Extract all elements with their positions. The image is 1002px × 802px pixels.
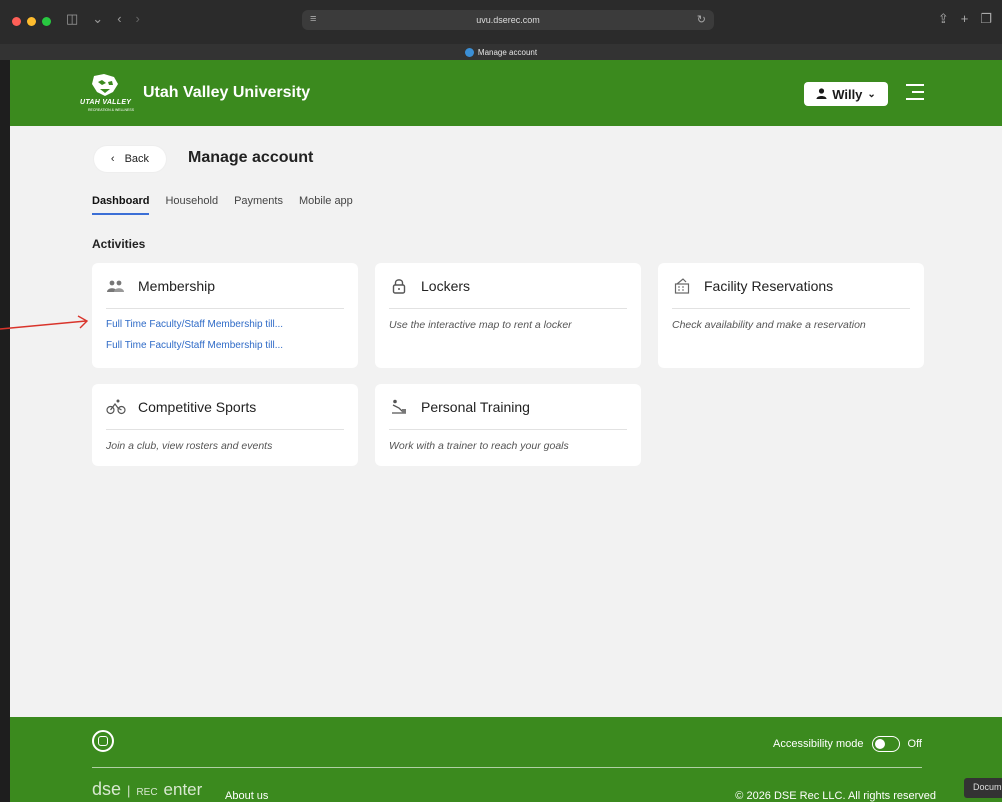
card-description: Check availability and make a reservatio… [672, 319, 866, 331]
membership-card: Membership Full Time Faculty/Staff Membe… [92, 263, 358, 368]
browser-tab[interactable]: Manage account [0, 44, 1002, 60]
tab-title: Manage account [477, 47, 538, 57]
card-description: Use the interactive map to rent a locker [389, 319, 572, 331]
back-button[interactable]: ‹ Back [94, 146, 166, 172]
card-header[interactable]: Membership [106, 263, 344, 309]
card-description: Join a club, view rosters and events [106, 440, 273, 452]
new-tab-icon[interactable]: + [961, 11, 969, 27]
chevron-down-icon[interactable]: ⌄ [92, 11, 103, 27]
accessibility-state: Off [907, 738, 922, 750]
wolverine-icon [92, 74, 118, 96]
dse-reccenter-logo[interactable]: dse | REC enter [92, 779, 202, 800]
card-body: Full Time Faculty/Staff Membership till.… [106, 309, 344, 351]
accessibility-label: Accessibility mode [773, 738, 864, 750]
membership-link-1[interactable]: Full Time Faculty/Staff Membership till.… [106, 319, 344, 330]
back-arrow-icon[interactable]: ‹ [117, 11, 121, 27]
user-name: Willy [832, 86, 863, 102]
account-tabs: Dashboard Household Payments Mobile app [92, 195, 353, 215]
forward-arrow-icon[interactable]: › [136, 11, 140, 27]
about-us-link[interactable]: About us [225, 790, 268, 802]
card-header[interactable]: Lockers [389, 263, 627, 309]
membership-link-2[interactable]: Full Time Faculty/Staff Membership till.… [106, 340, 344, 351]
dse-logo-text: dse [92, 779, 122, 799]
weightlifting-icon [389, 399, 409, 415]
tab-payments[interactable]: Payments [234, 195, 283, 215]
chevron-down-icon: ⌄ [867, 88, 876, 100]
university-name[interactable]: Utah Valley University [143, 84, 310, 102]
user-menu-button[interactable]: Willy ⌄ [804, 82, 888, 106]
instagram-icon[interactable] [92, 730, 114, 752]
brand-separator: | [127, 783, 131, 798]
window-controls [12, 17, 51, 26]
logo-text: UTAH VALLEY [80, 99, 132, 106]
tab-overview-icon[interactable]: ❐ [980, 11, 992, 27]
tab-mobile-app[interactable]: Mobile app [299, 195, 353, 215]
cycling-icon [106, 399, 126, 415]
url-text: uvu.dserec.com [476, 15, 540, 25]
browser-action-icons: ⇪ + ❐ [938, 11, 992, 27]
tab-household[interactable]: Household [165, 195, 218, 215]
address-bar[interactable]: ≡ uvu.dserec.com ↻ [302, 10, 714, 30]
hamburger-menu-icon[interactable] [906, 84, 924, 100]
tab-dashboard[interactable]: Dashboard [92, 195, 150, 215]
share-icon[interactable]: ⇪ [938, 11, 949, 27]
browser-nav-icons: ◫ ⌄ ‹ › [66, 11, 140, 27]
card-title: Personal Training [421, 398, 530, 415]
zoom-window-button[interactable] [42, 17, 51, 26]
activities-heading: Activities [92, 237, 146, 251]
card-title: Membership [138, 277, 216, 294]
card-title: Facility Reservations [704, 277, 834, 294]
calendar-icon [672, 277, 692, 294]
page-title: Manage account [188, 149, 314, 166]
sidebar-icon[interactable]: ◫ [66, 11, 78, 27]
accessibility-toggle[interactable]: Accessibility mode Off [773, 736, 922, 752]
logo-subtext: RECREATION & WELLNESS [88, 108, 135, 112]
center-logo-text: enter [163, 780, 203, 799]
user-icon [816, 87, 827, 102]
card-description: Work with a trainer to reach your goals [389, 440, 569, 452]
card-title: Lockers [421, 277, 471, 294]
web-page: UTAH VALLEY RECREATION & WELLNESS Utah V… [10, 60, 1002, 802]
document-tab[interactable]: Docum [964, 778, 1002, 798]
card-header[interactable]: Competitive Sports [106, 384, 344, 430]
back-label: Back [124, 153, 150, 165]
footer-divider [92, 767, 922, 768]
rec-logo-text: REC [136, 787, 158, 798]
facility-reservations-card[interactable]: Facility Reservations Check availability… [658, 263, 924, 368]
site-footer: Accessibility mode Off dse | REC enter A… [10, 717, 1002, 802]
browser-chrome: ◫ ⌄ ‹ › ≡ uvu.dserec.com ↻ ⇪ + ❐ Manage … [0, 0, 1002, 60]
close-window-button[interactable] [12, 17, 21, 26]
personal-training-card[interactable]: Personal Training Work with a trainer to… [375, 384, 641, 466]
card-title: Competitive Sports [138, 398, 257, 415]
reload-icon[interactable]: ↻ [697, 13, 706, 26]
lockers-card[interactable]: Lockers Use the interactive map to rent … [375, 263, 641, 368]
card-header[interactable]: Personal Training [389, 384, 627, 430]
site-header: UTAH VALLEY RECREATION & WELLNESS Utah V… [10, 60, 1002, 126]
minimize-window-button[interactable] [27, 17, 36, 26]
accessibility-switch[interactable] [871, 736, 900, 752]
site-settings-icon[interactable]: ≡ [310, 13, 316, 25]
chevron-left-icon: ‹ [110, 153, 115, 165]
uvu-logo[interactable]: UTAH VALLEY RECREATION & WELLNESS [80, 72, 134, 116]
copyright-text: © 2026 DSE Rec LLC. All rights reserved [735, 790, 936, 802]
lock-icon [389, 278, 409, 294]
globe-icon [464, 47, 474, 57]
card-header[interactable]: Facility Reservations [672, 263, 910, 309]
group-icon [106, 280, 126, 292]
competitive-sports-card[interactable]: Competitive Sports Join a club, view ros… [92, 384, 358, 466]
